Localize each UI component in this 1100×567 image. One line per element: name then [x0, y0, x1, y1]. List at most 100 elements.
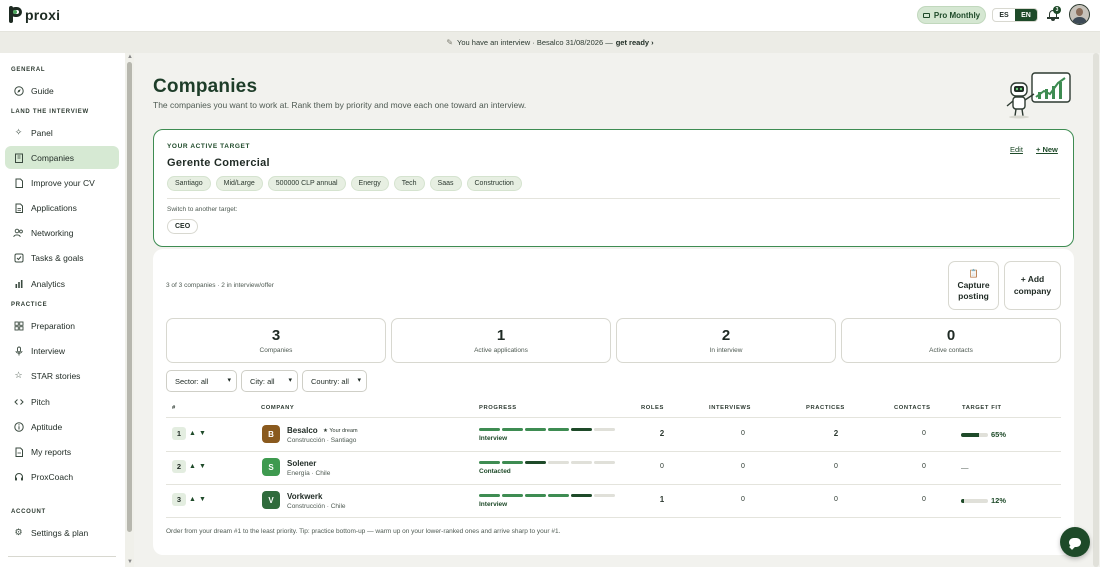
companies-count: 3 of 3 companies · 2 in interview/offer [166, 282, 274, 289]
contacts-count: 0 [922, 463, 926, 470]
sidebar-item-companies[interactable]: Companies [5, 146, 119, 169]
move-down-icon[interactable]: ▼ [199, 430, 206, 437]
switch-target-ceo-button[interactable]: CEO [167, 219, 199, 234]
new-target-link[interactable]: + New [1036, 145, 1058, 154]
checkbox-icon [13, 252, 24, 263]
sidebar-item-aptitude[interactable]: Aptitude [5, 415, 119, 438]
sidebar-item-interview[interactable]: Interview [5, 339, 119, 362]
sidebar-item-label: Companies [31, 152, 74, 163]
stat-value: 2 [721, 327, 731, 344]
main-scrollbar[interactable] [1092, 53, 1100, 567]
progress-step [594, 461, 615, 464]
roles-count: 0 [660, 463, 664, 470]
rank-number: 1 [172, 427, 186, 440]
interview-banner[interactable]: ✎ You have an interview · Besalco 31/08/… [0, 32, 1100, 53]
sector-filter-select[interactable]: Sector: all ▾ [166, 370, 237, 392]
company-meta: Construcción · Chile [287, 503, 346, 510]
sector-filter-value: Sector: all [175, 376, 209, 386]
move-up-icon[interactable]: ▲ [189, 430, 196, 437]
move-up-icon[interactable]: ▲ [189, 463, 196, 470]
table-row[interactable]: 2 ▲ ▼ S Solener Energía · Chile Contacted 0 0 0 0 — [166, 451, 1061, 484]
sidebar-scroll-thumb[interactable] [127, 62, 132, 532]
progress-step [525, 461, 546, 464]
scroll-up-icon[interactable]: ▲ [127, 54, 133, 60]
sidebar-item-proxcoach[interactable]: ProxCoach [5, 465, 119, 488]
plan-button[interactable]: Pro Monthly [917, 6, 986, 24]
progress-step [502, 494, 523, 497]
logo[interactable]: proxi [9, 6, 60, 23]
city-filter-value: City: all [250, 376, 275, 386]
avatar[interactable] [1069, 4, 1090, 25]
progress-stage: Interview [479, 435, 508, 442]
add-line2: company [1013, 285, 1052, 296]
company-name[interactable]: Besalco [287, 426, 318, 435]
sidebar-item-guide[interactable]: Guide [5, 79, 119, 102]
city-filter-select[interactable]: City: all ▾ [241, 370, 298, 392]
sidebar-item-my-reports[interactable]: My reports [5, 440, 119, 463]
progress-bar [479, 428, 615, 431]
target-chips: Santiago Mid/Large 500000 CLP annual Ene… [167, 176, 522, 191]
company-name[interactable]: Vorkwerk [287, 492, 322, 501]
sidebar-item-panel[interactable]: ✧ Panel [5, 121, 119, 144]
sidebar-item-label: Improve your CV [31, 177, 95, 188]
practices-count: 0 [834, 496, 838, 503]
chat-button[interactable] [1060, 527, 1090, 557]
move-down-icon[interactable]: ▼ [199, 496, 206, 503]
fit-bar [961, 432, 988, 437]
table-row[interactable]: 3 ▲ ▼ V Vorkwerk Construcción · Chile Intervie… [166, 484, 1061, 517]
sidebar-item-preparation[interactable]: Preparation [5, 314, 119, 337]
edit-target-link[interactable]: Edit [1010, 145, 1023, 154]
progress-step [548, 428, 569, 431]
sidebar-item-label: My reports [31, 446, 72, 457]
add-company-button[interactable]: + Add company [1004, 261, 1061, 310]
target-chip: Mid/Large [215, 176, 263, 191]
company-name[interactable]: Solener [287, 459, 316, 468]
sidebar-item-analytics[interactable]: Analytics [5, 272, 119, 295]
report-icon [13, 446, 24, 457]
progress-step [502, 461, 523, 464]
move-down-icon[interactable]: ▼ [199, 463, 206, 470]
col-header-interviews: INTERVIEWS [709, 405, 751, 411]
section-practice: PRACTICE [11, 302, 48, 308]
main-scroll-thumb[interactable] [1093, 53, 1099, 567]
stat-label: Active contacts [929, 347, 973, 354]
fit-fill [961, 498, 964, 503]
sidebar-item-label: Analytics [31, 278, 66, 289]
interviews-count: 0 [741, 496, 745, 503]
move-up-icon[interactable]: ▲ [189, 496, 196, 503]
sparkle-icon: ✧ [14, 127, 23, 137]
sidebar-item-label: Settings & plan [31, 527, 89, 538]
sidebar-item-star-stories[interactable]: ☆ STAR stories [5, 364, 119, 387]
clipboard-icon: 📋 [968, 269, 979, 279]
sidebar-item-networking[interactable]: Networking [5, 221, 119, 244]
col-header-company: COMPANY [261, 405, 295, 411]
target-chip: 500000 CLP annual [267, 176, 346, 191]
banner-text: You have an interview · Besalco 31/08/20… [457, 38, 613, 47]
active-target-title: Gerente Comercial [167, 157, 270, 169]
rank-control: 2 ▲ ▼ [172, 460, 206, 473]
lang-es-button[interactable]: ES [993, 9, 1015, 21]
col-header-progress: PROGRESS [479, 405, 517, 411]
col-header-practices: PRACTICES [806, 405, 845, 411]
sidebar-item-improve-cv[interactable]: Improve your CV [5, 171, 119, 194]
sidebar-item-tasks[interactable]: Tasks & goals [5, 246, 119, 269]
chevron-down-icon: ▾ [357, 377, 361, 384]
lang-en-button[interactable]: EN [1015, 9, 1037, 21]
pin-icon: ✎ [446, 38, 454, 47]
fit-fill [961, 432, 979, 437]
banner-cta[interactable]: get ready › [616, 38, 654, 47]
sidebar-item-pitch[interactable]: Pitch [5, 390, 119, 413]
sidebar-item-settings[interactable]: ⚙ Settings & plan [5, 521, 119, 544]
ranking-tip: Order from your dream #1 to the least pr… [166, 528, 561, 535]
sidebar-scrollbar[interactable]: ▲ ▼ [125, 53, 134, 567]
company-meta: Energía · Chile [287, 470, 331, 477]
table-row[interactable]: 1 ▲ ▼ B Besalco ★ Your dream Construcción · Sa… [166, 418, 1061, 451]
practices-count: 2 [833, 429, 839, 438]
capture-posting-button[interactable]: 📋 Capture posting [948, 261, 999, 310]
scroll-down-icon[interactable]: ▼ [127, 559, 133, 565]
sidebar-item-applications[interactable]: Applications [5, 196, 119, 219]
stat-label: Companies [259, 347, 293, 354]
country-filter-select[interactable]: Country: all ▾ [302, 370, 367, 392]
interviews-count: 0 [741, 463, 745, 470]
stat-value: 1 [496, 327, 506, 344]
